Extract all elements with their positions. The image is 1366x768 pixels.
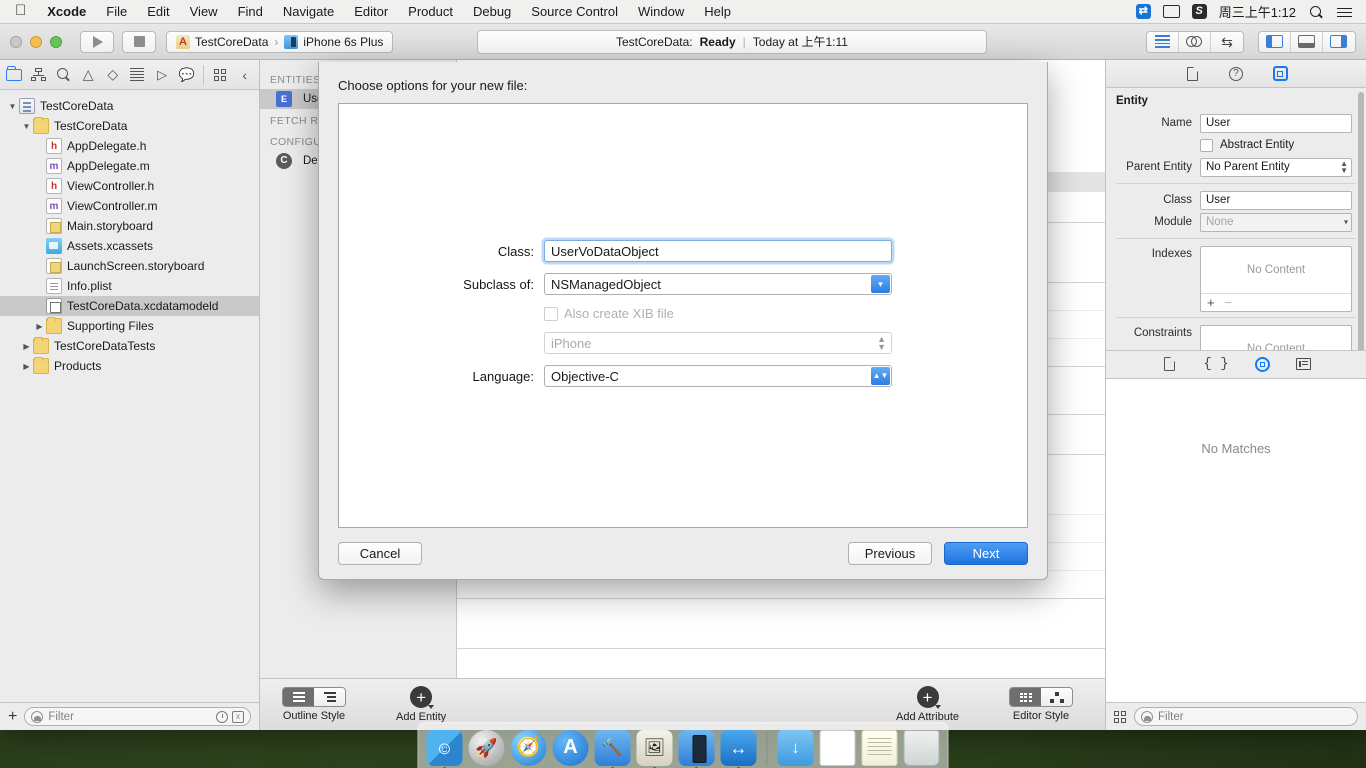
menu-item-view[interactable]: View [180, 0, 228, 24]
menu-item-product[interactable]: Product [398, 0, 463, 24]
menu-item-help[interactable]: Help [694, 0, 741, 24]
menu-item-find[interactable]: Find [228, 0, 273, 24]
device-value: iPhone [551, 335, 592, 351]
language-field-row: Language: Objective-C ▲▼ [339, 365, 1027, 387]
menu-item-xcode[interactable]: Xcode [37, 0, 96, 24]
menu-bar-clock[interactable]: 周三上午1:12 [1219, 2, 1296, 21]
dock-item-notes[interactable] [861, 730, 898, 766]
previous-button[interactable]: Previous [848, 542, 932, 565]
subclass-field-row: Subclass of: NSManagedObject ▾ [339, 273, 1027, 295]
dock-item-xcode[interactable] [594, 730, 631, 768]
device-field-row: iPhone ▲ ▼ [339, 332, 1027, 354]
language-field-wrap: Objective-C ▲▼ [544, 365, 892, 387]
new-file-form: Class: UserVoDataObject Subclass of: NSM… [339, 240, 1027, 398]
dock-item-app-store[interactable] [552, 730, 589, 766]
dock-item-launchpad[interactable] [468, 730, 505, 766]
language-label: Language: [472, 368, 534, 384]
sheet-title: Choose options for your new file: [338, 78, 528, 93]
apple-menu-icon[interactable]:  [8, 3, 37, 18]
sheet-footer-right: Previous Next [848, 542, 1028, 565]
subclass-value: NSManagedObject [551, 276, 661, 292]
language-value: Objective-C [551, 368, 619, 384]
class-label: Class: [497, 243, 534, 259]
menu-item-window[interactable]: Window [628, 0, 694, 24]
teamviewer-tray-icon[interactable]: ⇄ [1135, 4, 1151, 19]
subclass-field-wrap: NSManagedObject ▾ [544, 273, 892, 295]
menu-item-editor[interactable]: Editor [344, 0, 398, 24]
dock-item-finder[interactable] [426, 730, 463, 768]
dock-item-trash[interactable] [903, 730, 940, 766]
sheet-footer: Cancel Previous Next [338, 528, 1028, 565]
device-popup-disabled: iPhone ▲ ▼ [544, 332, 892, 354]
modal-sheet-overlay: Choose options for your new file: Class:… [0, 0, 1366, 768]
airplay-tray-icon[interactable] [1162, 5, 1180, 18]
stepper-arrows-icon: ▲ ▼ [877, 334, 886, 352]
dock-item-safari[interactable] [510, 730, 547, 766]
menu-bar:  Xcode File Edit View Find Navigate Edi… [0, 0, 1366, 24]
menu-item-edit[interactable]: Edit [137, 0, 179, 24]
also-create-xib-row: Also create XIB file [544, 306, 892, 321]
menu-item-debug[interactable]: Debug [463, 0, 521, 24]
snipaste-tray-icon[interactable]: S [1191, 4, 1207, 19]
menu-item-source-control[interactable]: Source Control [521, 0, 628, 24]
cancel-button[interactable]: Cancel [338, 542, 422, 565]
dock [417, 722, 949, 768]
chevron-down-icon[interactable]: ▾ [871, 275, 890, 293]
dock-item-simulator[interactable] [678, 730, 715, 768]
subclass-label: Subclass of: [463, 276, 534, 292]
stepper-arrows-icon[interactable]: ▲▼ [871, 367, 890, 385]
class-field-row: Class: UserVoDataObject [339, 240, 1027, 262]
spotlight-search-icon[interactable] [1308, 4, 1325, 19]
sheet-content-pane: Class: UserVoDataObject Subclass of: NSM… [338, 103, 1028, 528]
language-popup[interactable]: Objective-C ▲▼ [544, 365, 892, 387]
dock-item-preview[interactable] [636, 730, 673, 768]
class-name-input[interactable]: UserVoDataObject [544, 240, 892, 262]
new-file-options-sheet: Choose options for your new file: Class:… [318, 62, 1048, 580]
menu-item-navigate[interactable]: Navigate [273, 0, 344, 24]
menu-bar-tray: ⇄ S 周三上午1:12 [1135, 2, 1358, 21]
device-field-wrap: iPhone ▲ ▼ [544, 332, 892, 354]
xib-checkbox-row: Also create XIB file [339, 306, 1027, 321]
also-create-xib-label: Also create XIB file [564, 306, 674, 321]
xib-field-wrap: Also create XIB file [544, 306, 892, 321]
dock-item-teamviewer[interactable] [720, 730, 757, 768]
notification-center-icon[interactable] [1337, 4, 1354, 19]
dock-separator [766, 732, 768, 766]
subclass-combo-box[interactable]: NSManagedObject ▾ [544, 273, 892, 295]
class-field-wrap: UserVoDataObject [544, 240, 892, 262]
next-button[interactable]: Next [944, 542, 1028, 565]
dock-item-downloads[interactable] [777, 730, 814, 766]
dock-item-document[interactable] [819, 730, 856, 766]
menu-item-file[interactable]: File [96, 0, 137, 24]
also-create-xib-checkbox [544, 306, 558, 321]
